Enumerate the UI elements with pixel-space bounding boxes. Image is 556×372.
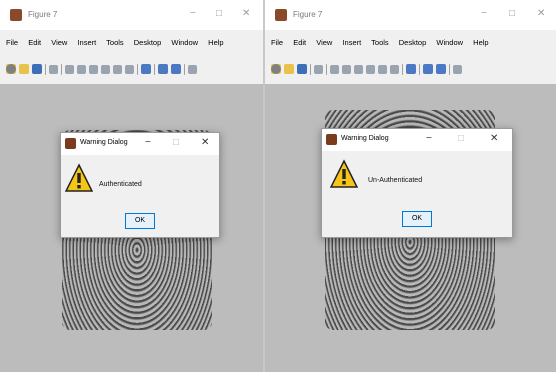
menu-view[interactable]: View — [51, 38, 67, 47]
menu-tools[interactable]: Tools — [371, 38, 389, 47]
open-icon[interactable] — [19, 64, 29, 74]
figure-icon — [65, 138, 76, 149]
title-bar[interactable]: Figure 7 − □ ✕ — [265, 0, 556, 30]
warning-dialog: Warning Dialog − □ ✕ Authenticated OK — [60, 132, 220, 238]
menu-tools[interactable]: Tools — [106, 38, 124, 47]
zoom-out-icon[interactable] — [77, 64, 86, 74]
dialog-maximize-button[interactable]: □ — [458, 133, 464, 144]
menu-bar: File Edit View Insert Tools Desktop Wind… — [6, 38, 263, 50]
dialog-close-button[interactable]: ✕ — [490, 133, 498, 144]
toolbar-separator — [61, 63, 62, 75]
data-cursor-icon[interactable] — [378, 64, 387, 74]
toolbar-separator — [326, 63, 327, 75]
window-title: Figure 7 — [293, 10, 323, 19]
rotate-icon[interactable] — [366, 64, 375, 74]
toolbar-separator — [45, 63, 46, 75]
pointer-icon[interactable] — [314, 64, 323, 74]
ok-button[interactable]: OK — [402, 211, 432, 227]
maximize-button[interactable]: □ — [216, 8, 222, 19]
menu-window[interactable]: Window — [171, 38, 198, 47]
menu-edit[interactable]: Edit — [28, 38, 41, 47]
menu-help[interactable]: Help — [473, 38, 488, 47]
warning-dialog: Warning Dialog − □ ✕ Un-Authenticated OK — [321, 128, 513, 238]
dialog-title-bar[interactable]: Warning Dialog − □ ✕ — [322, 129, 512, 151]
toolbar-separator — [184, 63, 185, 75]
plot-tools-icon[interactable] — [453, 64, 462, 74]
brush-icon[interactable] — [390, 64, 399, 74]
dialog-message: Authenticated — [99, 181, 142, 188]
dialog-minimize-button[interactable]: − — [145, 137, 151, 148]
print-icon[interactable] — [271, 64, 281, 74]
figure-icon — [275, 9, 287, 21]
menu-file[interactable]: File — [271, 38, 283, 47]
open-icon[interactable] — [284, 64, 294, 74]
pan-icon[interactable] — [89, 64, 98, 74]
toolbar-separator — [419, 63, 420, 75]
menu-insert[interactable]: Insert — [342, 38, 361, 47]
dialog-maximize-button[interactable]: □ — [173, 137, 179, 148]
menu-window[interactable]: Window — [436, 38, 463, 47]
toolbar-separator — [310, 63, 311, 75]
legend-icon[interactable] — [171, 64, 181, 74]
colorbar-icon[interactable] — [423, 64, 433, 74]
minimize-button[interactable]: − — [190, 8, 196, 19]
window-title: Figure 7 — [28, 10, 58, 19]
toolbar-separator — [449, 63, 450, 75]
pointer-icon[interactable] — [49, 64, 58, 74]
pan-icon[interactable] — [354, 64, 363, 74]
dialog-title: Warning Dialog — [341, 135, 389, 142]
warning-icon — [65, 163, 93, 192]
toolbar-separator — [137, 63, 138, 75]
dialog-minimize-button[interactable]: − — [426, 133, 432, 144]
colorbar-icon[interactable] — [158, 64, 168, 74]
zoom-in-icon[interactable] — [65, 64, 74, 74]
toolbar — [6, 62, 263, 76]
dialog-title-bar[interactable]: Warning Dialog − □ ✕ — [61, 133, 219, 155]
dialog-title: Warning Dialog — [80, 139, 128, 146]
title-bar[interactable]: Figure 7 − □ ✕ — [0, 0, 263, 30]
save-icon[interactable] — [32, 64, 42, 74]
ok-button[interactable]: OK — [125, 213, 155, 229]
figure-icon — [326, 134, 337, 145]
rotate-icon[interactable] — [101, 64, 110, 74]
plot-tools-icon[interactable] — [188, 64, 197, 74]
menu-view[interactable]: View — [316, 38, 332, 47]
data-cursor-icon[interactable] — [113, 64, 122, 74]
zoom-in-icon[interactable] — [330, 64, 339, 74]
link-icon[interactable] — [406, 64, 416, 74]
menu-file[interactable]: File — [6, 38, 18, 47]
menu-edit[interactable]: Edit — [293, 38, 306, 47]
zoom-out-icon[interactable] — [342, 64, 351, 74]
warning-icon — [330, 159, 358, 188]
menu-help[interactable]: Help — [208, 38, 223, 47]
toolbar-separator — [402, 63, 403, 75]
menu-desktop[interactable]: Desktop — [399, 38, 427, 47]
brush-icon[interactable] — [125, 64, 134, 74]
menu-insert[interactable]: Insert — [77, 38, 96, 47]
figure-icon — [10, 9, 22, 21]
menu-bar: File Edit View Insert Tools Desktop Wind… — [271, 38, 556, 50]
dialog-message: Un-Authenticated — [368, 177, 423, 184]
close-button[interactable]: ✕ — [537, 8, 545, 19]
legend-icon[interactable] — [436, 64, 446, 74]
toolbar-separator — [154, 63, 155, 75]
menu-desktop[interactable]: Desktop — [134, 38, 162, 47]
save-icon[interactable] — [297, 64, 307, 74]
minimize-button[interactable]: − — [481, 8, 487, 19]
print-icon[interactable] — [6, 64, 16, 74]
close-button[interactable]: ✕ — [242, 8, 250, 19]
maximize-button[interactable]: □ — [509, 8, 515, 19]
dialog-close-button[interactable]: ✕ — [201, 137, 209, 148]
toolbar — [271, 62, 556, 76]
link-icon[interactable] — [141, 64, 151, 74]
